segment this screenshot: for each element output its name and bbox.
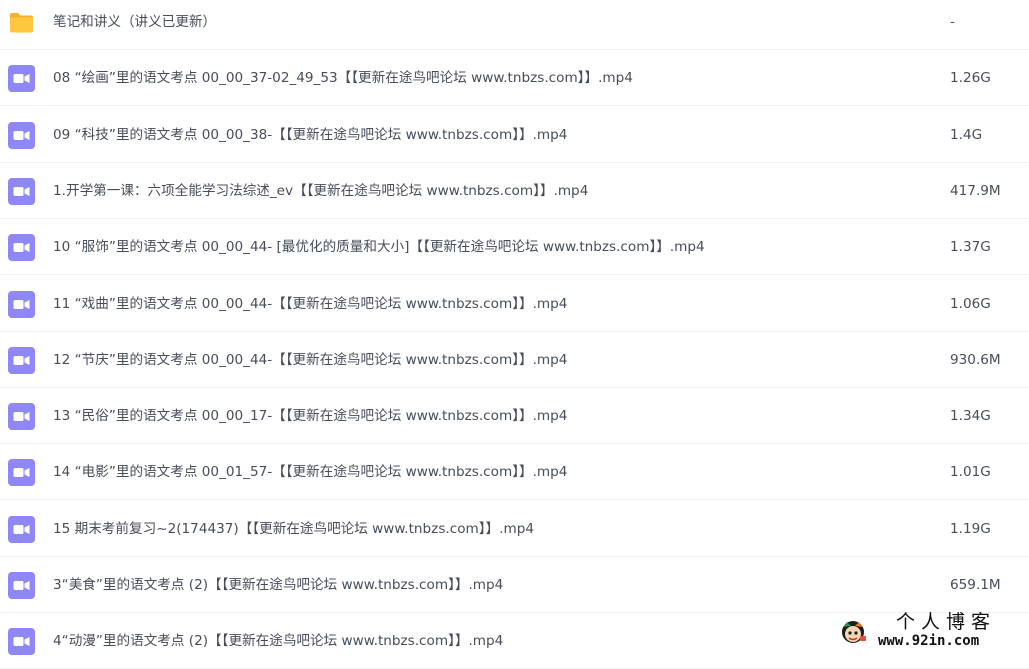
video-file-row[interactable]: 10 “服饰”里的语文考点 00_00_44- [最优化的质量和大小]【【更新在…	[0, 219, 1029, 276]
video-file-row[interactable]: 3“美食”里的语文考点 (2)【【更新在途鸟吧论坛 www.tnbzs.com】…	[0, 557, 1029, 613]
file-size: 1.01G	[950, 464, 991, 481]
file-size: 1.19G	[950, 520, 991, 537]
file-size: 417.9M	[950, 182, 1001, 199]
file-size: 1.37G	[950, 239, 991, 256]
video-file-row[interactable]: 14 “电影”里的语文考点 00_01_57-【【更新在途鸟吧论坛 www.tn…	[0, 444, 1029, 501]
video-file-icon	[8, 65, 35, 93]
video-file-icon	[8, 346, 35, 374]
video-file-icon	[8, 177, 35, 205]
video-file-icon	[8, 628, 35, 656]
video-file-icon	[8, 572, 35, 599]
file-size: -	[950, 14, 955, 30]
file-size: 1.26G	[950, 70, 991, 87]
file-name: 10 “服饰”里的语文考点 00_00_44- [最优化的质量和大小]【【更新在…	[53, 239, 705, 256]
file-name: 4“动漫”里的语文考点 (2)【【更新在途鸟吧论坛 www.tnbzs.com】…	[53, 633, 504, 650]
video-file-icon	[8, 515, 35, 543]
video-file-row[interactable]: 15 期末考前复习~2(174437)【【更新在途鸟吧论坛 www.tnbzs.…	[0, 501, 1029, 557]
video-file-row[interactable]: 1.开学第一课：六项全能学习法综述_ev【【更新在途鸟吧论坛 www.tnbzs…	[0, 163, 1029, 219]
file-name: 09 “科技”里的语文考点 00_00_38-【【更新在途鸟吧论坛 www.tn…	[53, 126, 568, 143]
video-file-row[interactable]: 12 “节庆”里的语文考点 00_00_44-【【更新在途鸟吧论坛 www.tn…	[0, 332, 1029, 388]
file-size: 1.06G	[950, 295, 991, 312]
file-size: 1.34G	[950, 408, 991, 425]
video-file-row[interactable]: 08 “绘画”里的语文考点 00_00_37-02_49_53【【更新在途鸟吧论…	[0, 50, 1029, 107]
folder-row[interactable]: 笔记和讲义（讲义已更新） -	[0, 0, 1029, 50]
video-file-row[interactable]: 11 “戏曲”里的语文考点 00_00_44-【【更新在途鸟吧论坛 www.tn…	[0, 276, 1029, 332]
folder-icon	[8, 9, 35, 36]
video-file-icon	[8, 290, 35, 318]
blog-watermark: 个人博客 www.92in.com	[838, 612, 1026, 652]
file-name: 14 “电影”里的语文考点 00_01_57-【【更新在途鸟吧论坛 www.tn…	[53, 464, 568, 481]
file-size: 659.1M	[950, 577, 1001, 593]
file-size: 1.4G	[950, 126, 983, 143]
watermark-url: www.92in.com	[878, 633, 980, 649]
video-file-icon	[8, 403, 35, 431]
file-name: 12 “节庆”里的语文考点 00_00_44-【【更新在途鸟吧论坛 www.tn…	[53, 351, 568, 368]
file-name: 08 “绘画”里的语文考点 00_00_37-02_49_53【【更新在途鸟吧论…	[53, 70, 633, 87]
file-name: 13 “民俗”里的语文考点 00_00_17-【【更新在途鸟吧论坛 www.tn…	[53, 408, 568, 425]
video-file-row[interactable]: 09 “科技”里的语文考点 00_00_38-【【更新在途鸟吧论坛 www.tn…	[0, 107, 1029, 163]
file-name: 15 期末考前复习~2(174437)【【更新在途鸟吧论坛 www.tnbzs.…	[53, 520, 534, 537]
file-name: 笔记和讲义（讲义已更新）	[53, 14, 217, 30]
cartoon-avatar-icon	[838, 616, 868, 646]
file-name: 3“美食”里的语文考点 (2)【【更新在途鸟吧论坛 www.tnbzs.com】…	[53, 577, 504, 593]
video-file-icon	[8, 234, 35, 262]
file-name: 11 “戏曲”里的语文考点 00_00_44-【【更新在途鸟吧论坛 www.tn…	[53, 295, 568, 312]
video-file-icon	[8, 121, 35, 149]
file-size: 930.6M	[950, 351, 1001, 368]
video-file-row[interactable]: 13 “民俗”里的语文考点 00_00_17-【【更新在途鸟吧论坛 www.tn…	[0, 388, 1029, 445]
watermark-title: 个人博客	[896, 611, 997, 633]
video-file-icon	[8, 459, 35, 487]
file-name: 1.开学第一课：六项全能学习法综述_ev【【更新在途鸟吧论坛 www.tnbzs…	[53, 182, 589, 199]
